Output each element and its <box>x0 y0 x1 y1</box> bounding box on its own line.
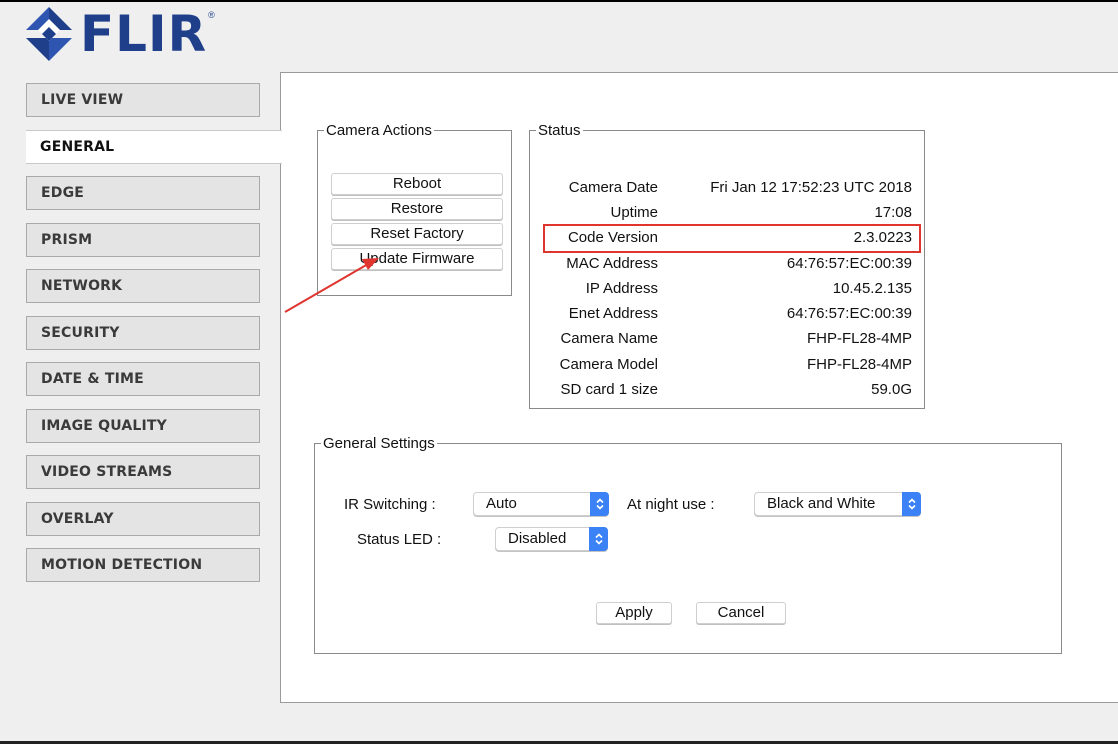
status-row-sd-card-size: SD card 1 size 59.0G <box>530 381 926 405</box>
ir-switching-select[interactable]: Auto <box>473 492 609 516</box>
camera-actions-legend: Camera Actions <box>326 122 432 139</box>
status-group: Status Camera Date Fri Jan 12 17:52:23 U… <box>529 122 925 409</box>
nav-item-security[interactable]: SECURITY <box>26 315 260 350</box>
status-value: 2.3.0223 <box>853 229 912 246</box>
reboot-button[interactable]: Reboot <box>331 173 503 195</box>
status-label: IP Address <box>585 280 658 297</box>
nav-item-edge[interactable]: EDGE <box>26 176 260 210</box>
apply-button[interactable]: Apply <box>596 602 672 624</box>
updown-chevron-icon <box>590 492 609 516</box>
nav-item-live-view[interactable]: LIVE VIEW <box>26 83 260 117</box>
nav-item-date-time[interactable]: DATE & TIME <box>26 362 260 396</box>
status-led-value: Disabled <box>508 530 567 547</box>
flir-diamond-icon <box>26 7 72 61</box>
sidebar-nav: LIVE VIEW GENERAL EDGE PRISM NETWORK SEC… <box>26 83 282 595</box>
main-panel: Camera Actions Reboot Restore Reset Fact… <box>280 72 1118 703</box>
status-label: SD card 1 size <box>560 381 658 398</box>
cancel-button[interactable]: Cancel <box>696 602 786 624</box>
status-value: FHP-FL28-4MP <box>806 356 912 373</box>
nav-item-image-quality[interactable]: IMAGE QUALITY <box>26 408 260 443</box>
status-row-uptime: Uptime 17:08 <box>530 204 926 228</box>
status-value: Fri Jan 12 17:52:23 UTC 2018 <box>710 179 912 196</box>
nav-item-prism[interactable]: PRISM <box>26 222 260 257</box>
status-label: Code Version <box>567 229 658 246</box>
status-led-select[interactable]: Disabled <box>495 527 608 551</box>
status-row-mac-address: MAC Address 64:76:57:EC:00:39 <box>530 255 926 279</box>
top-border <box>0 0 1118 2</box>
status-value: 10.45.2.135 <box>832 280 912 297</box>
nav-item-motion-detection[interactable]: MOTION DETECTION <box>26 548 260 582</box>
logo-text: FLIR <box>80 5 208 63</box>
status-value: 64:76:57:EC:00:39 <box>786 305 912 322</box>
status-value: 17:08 <box>874 204 912 221</box>
status-row-enet-address: Enet Address 64:76:57:EC:00:39 <box>530 305 926 329</box>
ir-switching-value: Auto <box>486 495 517 512</box>
status-row-camera-name: Camera Name FHP-FL28-4MP <box>530 330 926 354</box>
at-night-use-value: Black and White <box>767 495 876 512</box>
status-label: MAC Address <box>566 255 658 272</box>
camera-actions-group: Camera Actions Reboot Restore Reset Fact… <box>317 122 512 296</box>
nav-item-general[interactable]: GENERAL <box>26 129 282 164</box>
general-settings-group: General Settings IR Switching : Auto At … <box>314 435 1062 654</box>
status-row-camera-model: Camera Model FHP-FL28-4MP <box>530 356 926 380</box>
nav-item-overlay[interactable]: OVERLAY <box>26 501 260 536</box>
status-label: Enet Address <box>568 305 658 322</box>
status-label: Camera Name <box>560 330 658 347</box>
updown-chevron-icon <box>589 527 608 551</box>
reset-factory-button[interactable]: Reset Factory <box>331 223 503 245</box>
at-night-use-label: At night use : <box>627 496 715 513</box>
registered-mark: ® <box>208 10 215 20</box>
status-value: 59.0G <box>871 381 912 398</box>
status-row-code-version: Code Version 2.3.0223 <box>530 229 926 253</box>
restore-button[interactable]: Restore <box>331 198 503 220</box>
status-value: 64:76:57:EC:00:39 <box>786 255 912 272</box>
status-row-ip-address: IP Address 10.45.2.135 <box>530 280 926 304</box>
updown-chevron-icon <box>902 492 921 516</box>
nav-item-video-streams[interactable]: VIDEO STREAMS <box>26 455 260 489</box>
update-firmware-button[interactable]: Update Firmware <box>331 248 503 270</box>
status-legend: Status <box>538 122 581 139</box>
ir-switching-label: IR Switching : <box>344 496 436 513</box>
status-label: Uptime <box>610 204 658 221</box>
status-row-camera-date: Camera Date Fri Jan 12 17:52:23 UTC 2018 <box>530 179 926 203</box>
general-settings-legend: General Settings <box>323 435 435 452</box>
status-label: Camera Date <box>568 179 658 196</box>
at-night-use-select[interactable]: Black and White <box>754 492 921 516</box>
status-value: FHP-FL28-4MP <box>806 330 912 347</box>
flir-logo: FLIR ® <box>20 4 215 64</box>
status-led-label: Status LED : <box>357 531 442 548</box>
status-label: Camera Model <box>559 356 658 373</box>
nav-item-network[interactable]: NETWORK <box>26 269 260 303</box>
